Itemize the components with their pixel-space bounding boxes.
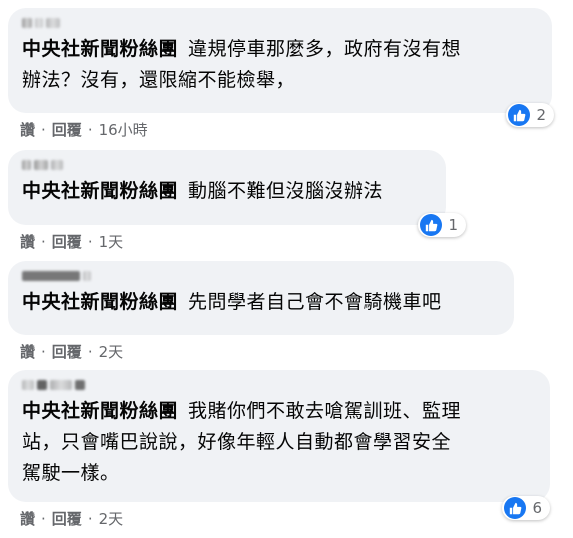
thumbs-up-icon bbox=[420, 214, 443, 236]
separator: · bbox=[41, 120, 46, 139]
comment-4: 中央社新聞粉絲團 我賭你們不敢去嗆駕訓班、監理 站，只會嘴巴說說，好像年輕人自動都… bbox=[8, 370, 550, 529]
blurred-author-name bbox=[22, 378, 536, 392]
separator: · bbox=[87, 342, 93, 361]
timestamp[interactable]: 2天 bbox=[99, 508, 124, 529]
like-link[interactable]: 讚 bbox=[20, 231, 35, 252]
blurred-author-name bbox=[22, 158, 432, 172]
reply-link[interactable]: 回覆 bbox=[52, 341, 82, 362]
like-link[interactable]: 讚 bbox=[20, 508, 35, 529]
comment-actions: 讚 · 回覆 · 16小時 bbox=[20, 119, 552, 140]
like-link[interactable]: 讚 bbox=[20, 119, 35, 140]
comment-3: 中央社新聞粉絲團 先問學者自己會不會騎機車吧 讚 · 回覆 · 2天 bbox=[8, 261, 514, 362]
page-name-tag[interactable]: 中央社新聞粉絲團 bbox=[22, 291, 178, 313]
timestamp[interactable]: 16小時 bbox=[99, 119, 148, 140]
reaction-count[interactable]: 1 bbox=[418, 213, 466, 237]
separator: · bbox=[87, 120, 93, 139]
separator: · bbox=[87, 509, 93, 528]
reaction-count[interactable]: 2 bbox=[506, 103, 554, 127]
separator: · bbox=[41, 509, 46, 528]
thumbs-up-icon bbox=[508, 104, 531, 126]
thumbs-up-icon bbox=[504, 497, 527, 519]
like-link[interactable]: 讚 bbox=[20, 341, 35, 362]
separator: · bbox=[41, 342, 46, 361]
comment-text: 中央社新聞粉絲團 動腦不難但沒腦沒辦法 bbox=[22, 180, 384, 202]
comment-actions: 讚 · 回覆 · 1天 bbox=[20, 231, 446, 252]
page-name-tag[interactable]: 中央社新聞粉絲團 bbox=[22, 180, 178, 202]
comment-bubble: 中央社新聞粉絲團 動腦不難但沒腦沒辦法 1 bbox=[8, 150, 466, 237]
comment-text: 中央社新聞粉絲團 先問學者自己會不會騎機車吧 bbox=[22, 291, 442, 313]
blurred-author-name bbox=[22, 269, 500, 283]
comment-bubble: 中央社新聞粉絲團 先問學者自己會不會騎機車吧 bbox=[8, 261, 514, 335]
page-name-tag[interactable]: 中央社新聞粉絲團 bbox=[22, 400, 178, 422]
reply-link[interactable]: 回覆 bbox=[52, 119, 82, 140]
comment-text: 中央社新聞粉絲團 違規停車那麼多，政府有沒有想 辦法？沒有，還限縮不能檢舉， bbox=[22, 38, 462, 91]
separator: · bbox=[41, 232, 46, 251]
blurred-author-name bbox=[22, 16, 538, 30]
timestamp[interactable]: 1天 bbox=[99, 231, 124, 252]
comment-1: 中央社新聞粉絲團 違規停車那麼多，政府有沒有想 辦法？沒有，還限縮不能檢舉， 2 … bbox=[8, 8, 554, 140]
comment-text: 中央社新聞粉絲團 我賭你們不敢去嗆駕訓班、監理 站，只會嘴巴說說，好像年輕人自動都… bbox=[22, 400, 462, 484]
reaction-count[interactable]: 6 bbox=[502, 496, 550, 520]
separator: · bbox=[87, 232, 93, 251]
reply-link[interactable]: 回覆 bbox=[52, 231, 82, 252]
reply-link[interactable]: 回覆 bbox=[52, 508, 82, 529]
timestamp[interactable]: 2天 bbox=[99, 341, 124, 362]
comment-2: 中央社新聞粉絲團 動腦不難但沒腦沒辦法 1 讚 · 回覆 · 1天 bbox=[8, 150, 466, 252]
comment-bubble: 中央社新聞粉絲團 我賭你們不敢去嗆駕訓班、監理 站，只會嘴巴說說，好像年輕人自動都… bbox=[8, 370, 550, 520]
comment-bubble: 中央社新聞粉絲團 違規停車那麼多，政府有沒有想 辦法？沒有，還限縮不能檢舉， 2 bbox=[8, 8, 554, 127]
page-name-tag[interactable]: 中央社新聞粉絲團 bbox=[22, 38, 178, 60]
comment-actions: 讚 · 回覆 · 2天 bbox=[20, 508, 550, 529]
comment-actions: 讚 · 回覆 · 2天 bbox=[20, 341, 514, 362]
